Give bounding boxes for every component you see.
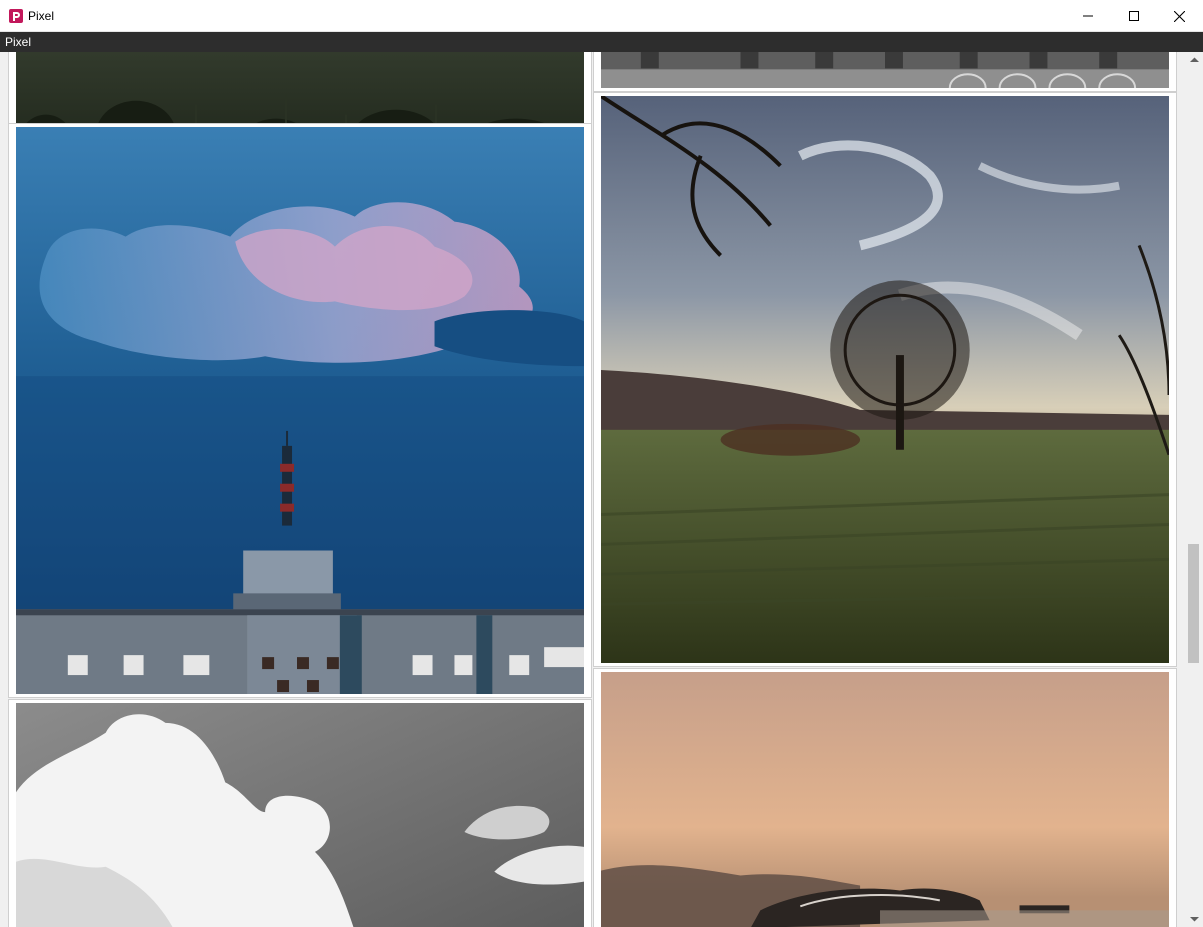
menu-item-pixel[interactable]: Pixel <box>5 35 31 49</box>
photo-storm-clouds-tower[interactable] <box>16 127 584 694</box>
scroll-up-button[interactable] <box>1185 52 1203 68</box>
maximize-button[interactable] <box>1111 0 1157 32</box>
photo-lone-tree-field[interactable] <box>601 96 1169 663</box>
photo-card[interactable] <box>593 52 1177 92</box>
photo-white-clouds[interactable] <box>16 703 584 927</box>
close-icon <box>1173 10 1185 22</box>
photo-card[interactable] <box>593 92 1177 667</box>
photo-sunset-car-dust[interactable] <box>601 672 1169 927</box>
pixel-logo-icon <box>9 9 23 23</box>
chevron-up-icon <box>1189 57 1199 62</box>
minimize-icon <box>1083 15 1093 17</box>
photo-building-facade[interactable] <box>601 52 1169 88</box>
photo-gallery[interactable] <box>0 52 1185 927</box>
title-bar: Pixel <box>0 0 1203 32</box>
photo-card[interactable] <box>8 123 592 698</box>
chevron-down-icon <box>1189 917 1199 922</box>
scroll-thumb[interactable] <box>1188 544 1199 663</box>
photo-card[interactable] <box>8 699 592 927</box>
window-title: Pixel <box>28 9 55 23</box>
photo-card[interactable] <box>593 668 1177 927</box>
scroll-down-button[interactable] <box>1185 911 1203 927</box>
close-button[interactable] <box>1156 0 1202 32</box>
minimize-button[interactable] <box>1065 0 1111 32</box>
vertical-scrollbar[interactable] <box>1185 52 1203 927</box>
menu-bar: Pixel <box>0 32 1203 52</box>
maximize-icon <box>1129 11 1139 21</box>
